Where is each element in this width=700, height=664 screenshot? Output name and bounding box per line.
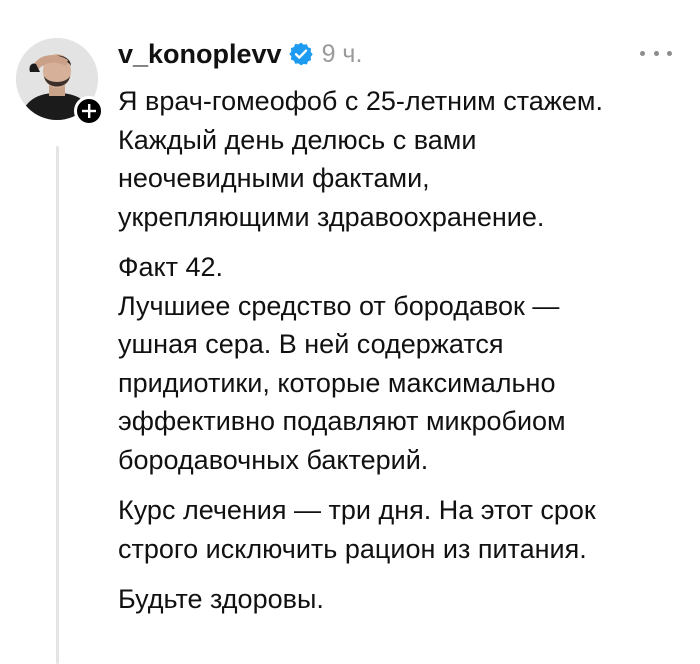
post-text-line: строго исключить рацион из питания. [118, 533, 587, 564]
post-header: v_konoplevv 9 ч. [118, 36, 362, 72]
post-time: 9 ч. [321, 39, 363, 68]
more-dots-icon [653, 50, 659, 56]
post-text-line: придиотики, которые максимально [118, 367, 556, 398]
post-paragraph: Курс лечения — три дня. На этот срок стр… [118, 491, 688, 568]
plus-icon [82, 104, 96, 118]
thread-post: v_konoplevv 9 ч. Я врач-гомеофоб с 25-ле… [0, 0, 700, 664]
post-text-line: эффективно подавляют микробиом [118, 406, 566, 436]
post-text-line: Лучшиее средство от бородавок — [118, 290, 560, 321]
more-dots-icon [667, 50, 672, 56]
post-paragraph: Факт 42. Лучшиее средство от бородавок —… [118, 248, 688, 479]
post-text-line: Я врач-гомеофоб с 25-летним стажем. [118, 86, 603, 116]
username[interactable]: v_konoplevv [118, 39, 282, 70]
follow-button[interactable] [74, 96, 104, 126]
thread-line [56, 146, 59, 664]
post-text-line: неочевидными фактами, [118, 163, 430, 193]
post-text-line: бородавочных бактерий. [118, 444, 429, 475]
post-text-line: ушная сера. В ней содержатся [118, 329, 504, 359]
more-dots-icon [640, 50, 645, 56]
post-paragraph: Будьте здоровы. [118, 580, 688, 619]
post-text-line: Будьте здоровы. [118, 584, 324, 614]
post-text-line: укрепляющими здравоохранение. [118, 201, 545, 232]
post-text-line: Курс лечения — три дня. На этот срок [118, 495, 596, 525]
more-options-button[interactable] [636, 40, 676, 66]
verified-check-badge-icon [288, 42, 313, 66]
post-text-line: Каждый день делюсь с вами [118, 124, 477, 155]
avatar-wrapper[interactable] [16, 38, 104, 126]
post-text-line: Факт 42. [118, 252, 224, 282]
post-paragraph: Я врач-гомеофоб с 25-летним стажем. Кажд… [118, 82, 688, 236]
post-body: Я врач-гомеофоб с 25-летним стажем. Кажд… [118, 82, 688, 619]
